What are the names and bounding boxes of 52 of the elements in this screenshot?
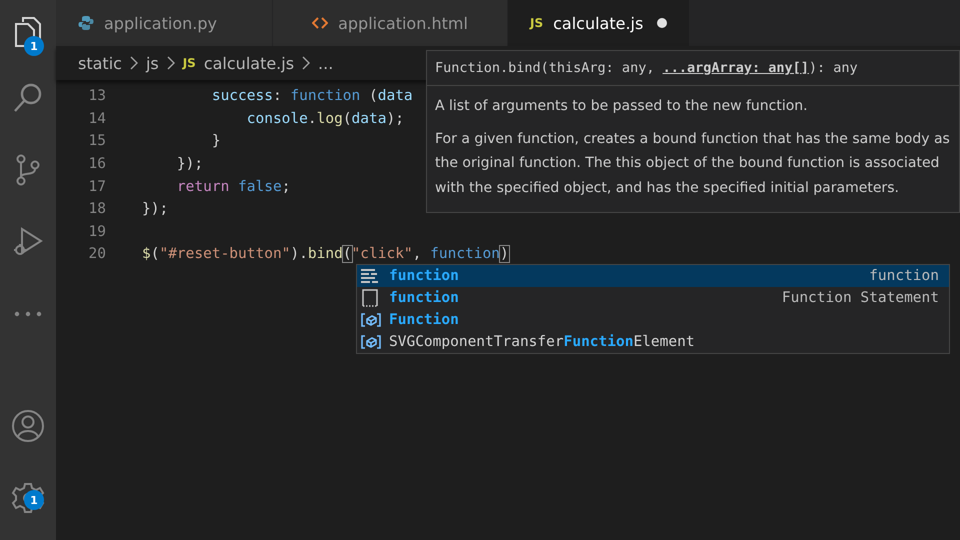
- suggestion-item[interactable]: SVGComponentTransferFunctionElement: [357, 331, 949, 353]
- code-line: return false;: [176, 178, 290, 195]
- suggestion-detail: Function Statement: [782, 290, 939, 306]
- line-number: 16: [88, 156, 106, 172]
- code-line: });: [176, 156, 204, 172]
- editor-tab[interactable]: JS calculate.js: [508, 0, 690, 46]
- keyword-icon: [361, 268, 381, 284]
- line-number: 14: [88, 110, 106, 127]
- breadcrumb-item[interactable]: calculate.js: [204, 54, 294, 72]
- breadcrumb-item[interactable]: static: [78, 54, 122, 72]
- code-line: }: [210, 133, 221, 150]
- code-line: });: [142, 201, 168, 218]
- code-line: console.log(data);: [246, 110, 404, 127]
- notification-badge: 1: [24, 36, 44, 56]
- suggestion-item[interactable]: Function: [357, 309, 949, 331]
- line-number: 18: [88, 201, 106, 218]
- chevron-icon: [302, 56, 310, 70]
- suggestion-item[interactable]: function Function Statement: [357, 287, 949, 309]
- editor-tab[interactable]: application.html: [273, 0, 507, 46]
- account-icon[interactable]: [11, 409, 45, 443]
- variable-icon: [361, 312, 381, 328]
- line-number: 19: [88, 224, 106, 240]
- suggestion-item[interactable]: function function: [357, 265, 949, 287]
- breadcrumb-item[interactable]: js: [146, 54, 159, 72]
- editor-tab[interactable]: application.py: [56, 0, 272, 46]
- files-icon[interactable]: [13, 16, 43, 48]
- python-icon: [78, 15, 94, 31]
- line-number: 13: [88, 88, 106, 104]
- signature-text: Function.bind(thisArg: any, ...argArray: any[]): any: [427, 51, 959, 86]
- snippet-icon: [361, 289, 381, 307]
- variable-icon: [361, 334, 381, 350]
- code-line: $("#reset-button").bind("click", function): [142, 246, 509, 262]
- code-brackets-icon: [312, 16, 328, 30]
- documentation-text: A list of arguments to be passed to the new function.: [435, 97, 809, 116]
- chevron-icon: [166, 56, 175, 70]
- notification-badge: 1: [24, 490, 44, 510]
- search-icon[interactable]: [12, 82, 44, 114]
- documentation-text: For a given function, creates a bound function that has the same body as the original function. The this object of the bound function is associated with the specified object, and has the specified initial parameters.: [435, 130, 951, 198]
- settings-icon[interactable]: [11, 481, 45, 515]
- line-number: 20: [88, 246, 106, 262]
- run-debug-icon[interactable]: [12, 226, 44, 258]
- line-number: 15: [88, 133, 106, 150]
- unsaved-dot-icon: [657, 18, 668, 28]
- line-number: 17: [88, 178, 106, 195]
- code-line: success: function (data: [210, 88, 413, 104]
- more-icon[interactable]: [14, 311, 42, 317]
- breadcrumb-item[interactable]: ...: [318, 54, 334, 72]
- file-type-label: JS: [530, 16, 544, 30]
- chevron-icon: [130, 56, 138, 70]
- suggestion-detail: function: [869, 268, 939, 284]
- file-type-label: JS: [182, 56, 196, 70]
- source-control-icon[interactable]: [14, 154, 42, 186]
